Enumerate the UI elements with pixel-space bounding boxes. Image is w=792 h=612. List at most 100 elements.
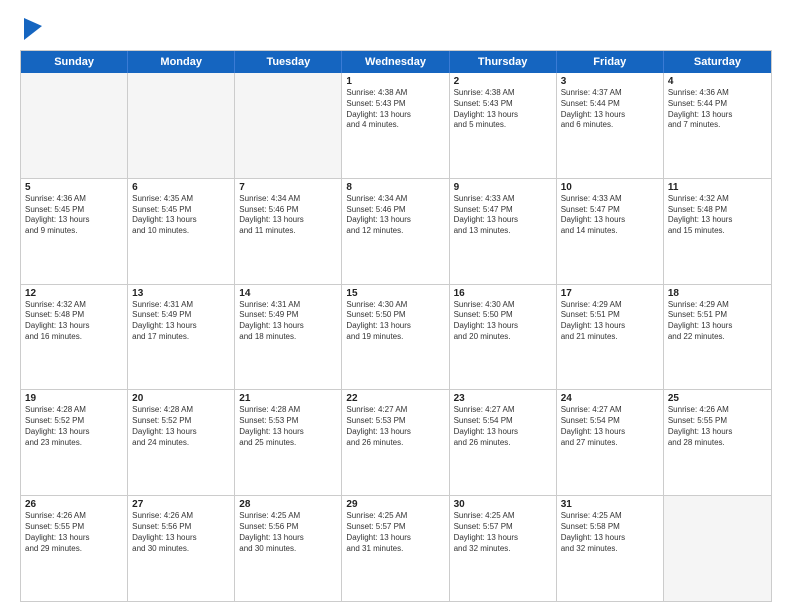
day-number: 8 [346,182,444,193]
header-cell-sunday: Sunday [21,51,128,73]
calendar-cell: 3Sunrise: 4:37 AM Sunset: 5:44 PM Daylig… [557,73,664,178]
cell-info: Sunrise: 4:28 AM Sunset: 5:52 PM Dayligh… [132,405,230,448]
cell-info: Sunrise: 4:25 AM Sunset: 5:57 PM Dayligh… [454,511,552,554]
cell-info: Sunrise: 4:35 AM Sunset: 5:45 PM Dayligh… [132,194,230,237]
calendar-cell [128,73,235,178]
header-cell-wednesday: Wednesday [342,51,449,73]
calendar-cell: 9Sunrise: 4:33 AM Sunset: 5:47 PM Daylig… [450,179,557,284]
cell-info: Sunrise: 4:28 AM Sunset: 5:53 PM Dayligh… [239,405,337,448]
day-number: 19 [25,393,123,404]
calendar-cell [21,73,128,178]
day-number: 29 [346,499,444,510]
calendar-row-4: 19Sunrise: 4:28 AM Sunset: 5:52 PM Dayli… [21,390,771,496]
day-number: 25 [668,393,767,404]
calendar-cell: 7Sunrise: 4:34 AM Sunset: 5:46 PM Daylig… [235,179,342,284]
cell-info: Sunrise: 4:31 AM Sunset: 5:49 PM Dayligh… [132,300,230,343]
calendar-cell: 27Sunrise: 4:26 AM Sunset: 5:56 PM Dayli… [128,496,235,601]
cell-info: Sunrise: 4:27 AM Sunset: 5:53 PM Dayligh… [346,405,444,448]
day-number: 23 [454,393,552,404]
logo-icon [24,18,42,40]
calendar-cell: 4Sunrise: 4:36 AM Sunset: 5:44 PM Daylig… [664,73,771,178]
calendar-row-5: 26Sunrise: 4:26 AM Sunset: 5:55 PM Dayli… [21,496,771,601]
calendar-cell: 2Sunrise: 4:38 AM Sunset: 5:43 PM Daylig… [450,73,557,178]
day-number: 15 [346,288,444,299]
day-number: 1 [346,76,444,87]
day-number: 13 [132,288,230,299]
cell-info: Sunrise: 4:26 AM Sunset: 5:55 PM Dayligh… [668,405,767,448]
calendar-cell: 13Sunrise: 4:31 AM Sunset: 5:49 PM Dayli… [128,285,235,390]
cell-info: Sunrise: 4:36 AM Sunset: 5:44 PM Dayligh… [668,88,767,131]
cell-info: Sunrise: 4:38 AM Sunset: 5:43 PM Dayligh… [454,88,552,131]
calendar-body: 1Sunrise: 4:38 AM Sunset: 5:43 PM Daylig… [21,73,771,601]
cell-info: Sunrise: 4:31 AM Sunset: 5:49 PM Dayligh… [239,300,337,343]
day-number: 18 [668,288,767,299]
cell-info: Sunrise: 4:26 AM Sunset: 5:56 PM Dayligh… [132,511,230,554]
cell-info: Sunrise: 4:30 AM Sunset: 5:50 PM Dayligh… [346,300,444,343]
cell-info: Sunrise: 4:36 AM Sunset: 5:45 PM Dayligh… [25,194,123,237]
day-number: 6 [132,182,230,193]
cell-info: Sunrise: 4:32 AM Sunset: 5:48 PM Dayligh… [25,300,123,343]
day-number: 21 [239,393,337,404]
page: SundayMondayTuesdayWednesdayThursdayFrid… [0,0,792,612]
cell-info: Sunrise: 4:38 AM Sunset: 5:43 PM Dayligh… [346,88,444,131]
cell-info: Sunrise: 4:27 AM Sunset: 5:54 PM Dayligh… [561,405,659,448]
header-cell-monday: Monday [128,51,235,73]
calendar-cell: 8Sunrise: 4:34 AM Sunset: 5:46 PM Daylig… [342,179,449,284]
header [20,18,772,40]
cell-info: Sunrise: 4:28 AM Sunset: 5:52 PM Dayligh… [25,405,123,448]
cell-info: Sunrise: 4:25 AM Sunset: 5:57 PM Dayligh… [346,511,444,554]
day-number: 7 [239,182,337,193]
day-number: 20 [132,393,230,404]
day-number: 10 [561,182,659,193]
day-number: 17 [561,288,659,299]
calendar-cell: 29Sunrise: 4:25 AM Sunset: 5:57 PM Dayli… [342,496,449,601]
day-number: 24 [561,393,659,404]
calendar-cell: 6Sunrise: 4:35 AM Sunset: 5:45 PM Daylig… [128,179,235,284]
calendar-cell: 5Sunrise: 4:36 AM Sunset: 5:45 PM Daylig… [21,179,128,284]
calendar-row-1: 1Sunrise: 4:38 AM Sunset: 5:43 PM Daylig… [21,73,771,179]
calendar-cell: 1Sunrise: 4:38 AM Sunset: 5:43 PM Daylig… [342,73,449,178]
header-cell-thursday: Thursday [450,51,557,73]
cell-info: Sunrise: 4:34 AM Sunset: 5:46 PM Dayligh… [239,194,337,237]
day-number: 30 [454,499,552,510]
day-number: 3 [561,76,659,87]
calendar-cell: 22Sunrise: 4:27 AM Sunset: 5:53 PM Dayli… [342,390,449,495]
cell-info: Sunrise: 4:30 AM Sunset: 5:50 PM Dayligh… [454,300,552,343]
calendar-header: SundayMondayTuesdayWednesdayThursdayFrid… [21,51,771,73]
day-number: 27 [132,499,230,510]
calendar-cell [235,73,342,178]
cell-info: Sunrise: 4:29 AM Sunset: 5:51 PM Dayligh… [668,300,767,343]
day-number: 4 [668,76,767,87]
calendar-row-3: 12Sunrise: 4:32 AM Sunset: 5:48 PM Dayli… [21,285,771,391]
calendar-cell: 16Sunrise: 4:30 AM Sunset: 5:50 PM Dayli… [450,285,557,390]
calendar-cell: 14Sunrise: 4:31 AM Sunset: 5:49 PM Dayli… [235,285,342,390]
calendar-cell: 24Sunrise: 4:27 AM Sunset: 5:54 PM Dayli… [557,390,664,495]
cell-info: Sunrise: 4:27 AM Sunset: 5:54 PM Dayligh… [454,405,552,448]
calendar-cell: 18Sunrise: 4:29 AM Sunset: 5:51 PM Dayli… [664,285,771,390]
cell-info: Sunrise: 4:34 AM Sunset: 5:46 PM Dayligh… [346,194,444,237]
calendar-cell: 19Sunrise: 4:28 AM Sunset: 5:52 PM Dayli… [21,390,128,495]
calendar-cell: 15Sunrise: 4:30 AM Sunset: 5:50 PM Dayli… [342,285,449,390]
calendar-cell: 26Sunrise: 4:26 AM Sunset: 5:55 PM Dayli… [21,496,128,601]
calendar-row-2: 5Sunrise: 4:36 AM Sunset: 5:45 PM Daylig… [21,179,771,285]
calendar: SundayMondayTuesdayWednesdayThursdayFrid… [20,50,772,602]
day-number: 5 [25,182,123,193]
calendar-cell: 12Sunrise: 4:32 AM Sunset: 5:48 PM Dayli… [21,285,128,390]
calendar-cell: 17Sunrise: 4:29 AM Sunset: 5:51 PM Dayli… [557,285,664,390]
day-number: 2 [454,76,552,87]
calendar-cell: 31Sunrise: 4:25 AM Sunset: 5:58 PM Dayli… [557,496,664,601]
calendar-cell [664,496,771,601]
day-number: 9 [454,182,552,193]
day-number: 14 [239,288,337,299]
cell-info: Sunrise: 4:25 AM Sunset: 5:58 PM Dayligh… [561,511,659,554]
calendar-cell: 23Sunrise: 4:27 AM Sunset: 5:54 PM Dayli… [450,390,557,495]
calendar-cell: 25Sunrise: 4:26 AM Sunset: 5:55 PM Dayli… [664,390,771,495]
day-number: 16 [454,288,552,299]
header-cell-saturday: Saturday [664,51,771,73]
cell-info: Sunrise: 4:26 AM Sunset: 5:55 PM Dayligh… [25,511,123,554]
header-cell-friday: Friday [557,51,664,73]
calendar-cell: 28Sunrise: 4:25 AM Sunset: 5:56 PM Dayli… [235,496,342,601]
logo [20,18,42,40]
calendar-cell: 11Sunrise: 4:32 AM Sunset: 5:48 PM Dayli… [664,179,771,284]
cell-info: Sunrise: 4:33 AM Sunset: 5:47 PM Dayligh… [454,194,552,237]
